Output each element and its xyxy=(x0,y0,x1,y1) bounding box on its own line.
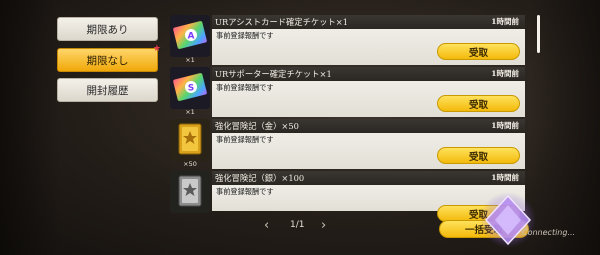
tab-open-history[interactable]: 開封履歴 xyxy=(57,78,158,102)
tab-with-deadline[interactable]: 期限あり xyxy=(57,17,158,41)
loading-crystal-icon xyxy=(480,192,536,248)
item-header: URアシストカード確定チケット×1 1時間前 xyxy=(212,15,525,29)
item-body: 事前登録報酬です 受取 xyxy=(212,133,525,169)
chevron-left-icon[interactable]: ‹ xyxy=(264,218,269,233)
svg-text:A: A xyxy=(188,32,195,42)
tab-label: 期限なし xyxy=(86,54,129,67)
background-shade-right xyxy=(530,0,600,255)
item-header: URサポーター確定チケット×1 1時間前 xyxy=(212,67,525,81)
item-title: URサポーター確定チケット×1 xyxy=(215,69,332,79)
item-description: 事前登録報酬です xyxy=(216,187,274,196)
svg-text:S: S xyxy=(188,84,194,94)
scrollbar[interactable] xyxy=(537,15,540,53)
item-title: 強化冒険記（金）×50 xyxy=(215,121,299,131)
item-body: 事前登録報酬です 受取 xyxy=(212,29,525,65)
item-time: 1時間前 xyxy=(491,69,519,78)
item-quantity: ×1 xyxy=(185,56,195,64)
list-item: S ×1 URサポーター確定チケット×1 1時間前 事前登録報酬です 受取 xyxy=(170,67,525,117)
ur-assist-ticket-icon: A xyxy=(170,15,210,57)
item-description: 事前登録報酬です xyxy=(216,83,274,92)
item-quantity: ×50 xyxy=(183,160,197,168)
item-description: 事前登録報酬です xyxy=(216,31,274,40)
background-shade-left xyxy=(0,0,60,255)
page-indicator: 1/1 xyxy=(290,220,305,230)
item-title: 強化冒険記（銀）×100 xyxy=(215,173,305,183)
list-item: ×50 強化冒険記（金）×50 1時間前 事前登録報酬です 受取 xyxy=(170,119,525,169)
item-header: 強化冒険記（銀）×100 1時間前 xyxy=(212,171,525,185)
notification-star-icon: ★ xyxy=(152,44,161,54)
item-body: 事前登録報酬です 受取 xyxy=(212,81,525,117)
item-header: 強化冒険記（金）×50 1時間前 xyxy=(212,119,525,133)
item-quantity: ×1 xyxy=(185,108,195,116)
item-time: 1時間前 xyxy=(491,173,519,182)
gold-adventure-book-icon xyxy=(170,119,210,161)
item-description: 事前登録報酬です xyxy=(216,135,274,144)
receive-button[interactable]: 受取 xyxy=(437,147,520,164)
ur-supporter-ticket-icon: S xyxy=(170,67,210,109)
connecting-status: Connecting... xyxy=(522,228,576,237)
item-time: 1時間前 xyxy=(491,121,519,130)
item-time: 1時間前 xyxy=(491,17,519,26)
list-item: 強化冒険記（銀）×100 1時間前 事前登録報酬です 受取 xyxy=(170,171,525,222)
receive-button[interactable]: 受取 xyxy=(437,43,520,60)
tab-no-deadline[interactable]: 期限なし ★ xyxy=(57,44,161,72)
silver-adventure-book-icon xyxy=(170,171,210,213)
receive-button[interactable]: 受取 xyxy=(437,95,520,112)
list-item: A ×1 URアシストカード確定チケット×1 1時間前 事前登録報酬です 受取 xyxy=(170,15,525,65)
tab-label: 開封履歴 xyxy=(86,84,129,97)
chevron-right-icon[interactable]: › xyxy=(321,218,326,233)
item-title: URアシストカード確定チケット×1 xyxy=(215,17,348,27)
tab-label: 期限あり xyxy=(86,23,129,36)
